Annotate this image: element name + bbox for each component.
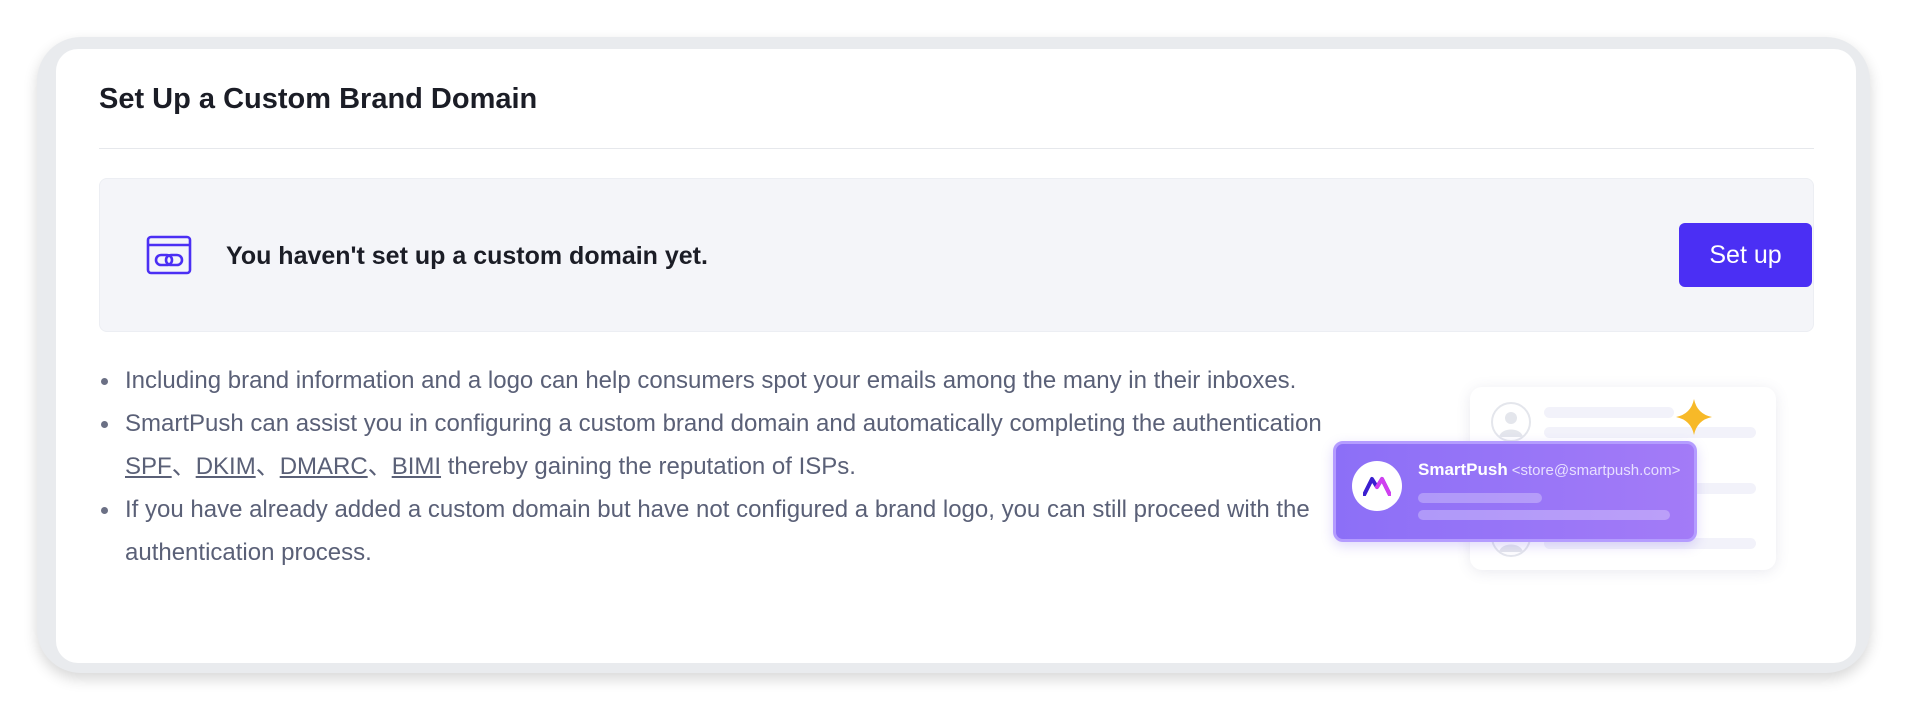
title-divider: [99, 148, 1814, 149]
domain-notice-banner: You haven't set up a custom domain yet. …: [99, 178, 1814, 332]
set-up-button[interactable]: Set up: [1679, 223, 1812, 287]
list-item-text: SmartPush can assist you in configuring …: [125, 410, 1322, 437]
email-preview-card: SmartPush <store@smartpush.com>: [1333, 441, 1697, 542]
notice-message: You haven't set up a custom domain yet.: [226, 242, 708, 270]
link-window-icon: [146, 235, 192, 275]
sparkle-icon: [1676, 399, 1712, 435]
placeholder-line: [1544, 407, 1674, 418]
link-separator: 、: [171, 453, 196, 480]
list-item-text: Including brand information and a logo c…: [125, 367, 1297, 394]
info-list: Including brand information and a logo c…: [99, 359, 1339, 574]
list-item-text: If you have already added a custom domai…: [125, 496, 1310, 566]
placeholder-line: [1418, 493, 1542, 503]
placeholder-line: [1544, 427, 1756, 438]
list-item: If you have already added a custom domai…: [99, 488, 1339, 574]
dkim-link[interactable]: DKIM: [196, 453, 256, 480]
inbox-illustration: SmartPush <store@smartpush.com>: [1333, 387, 1808, 587]
page-title: Set Up a Custom Brand Domain: [99, 83, 538, 115]
link-separator: 、: [255, 453, 280, 480]
list-item: Including brand information and a logo c…: [99, 359, 1339, 402]
dmarc-link[interactable]: DMARC: [280, 453, 368, 480]
spf-link[interactable]: SPF: [125, 453, 172, 480]
placeholder-line: [1418, 510, 1670, 520]
sender-name: SmartPush: [1418, 460, 1508, 479]
smartpush-logo-icon: [1352, 461, 1402, 511]
user-avatar-icon: [1491, 402, 1531, 442]
sender-email: <store@smartpush.com>: [1511, 462, 1681, 479]
sender-line: SmartPush <store@smartpush.com>: [1418, 459, 1680, 482]
link-separator: 、: [367, 453, 392, 480]
bimi-link[interactable]: BIMI: [392, 453, 441, 480]
brand-domain-card: Set Up a Custom Brand Domain You haven't…: [56, 49, 1856, 663]
list-item: SmartPush can assist you in configuring …: [99, 402, 1339, 488]
list-item-text: thereby gaining the reputation of ISPs.: [441, 453, 856, 480]
